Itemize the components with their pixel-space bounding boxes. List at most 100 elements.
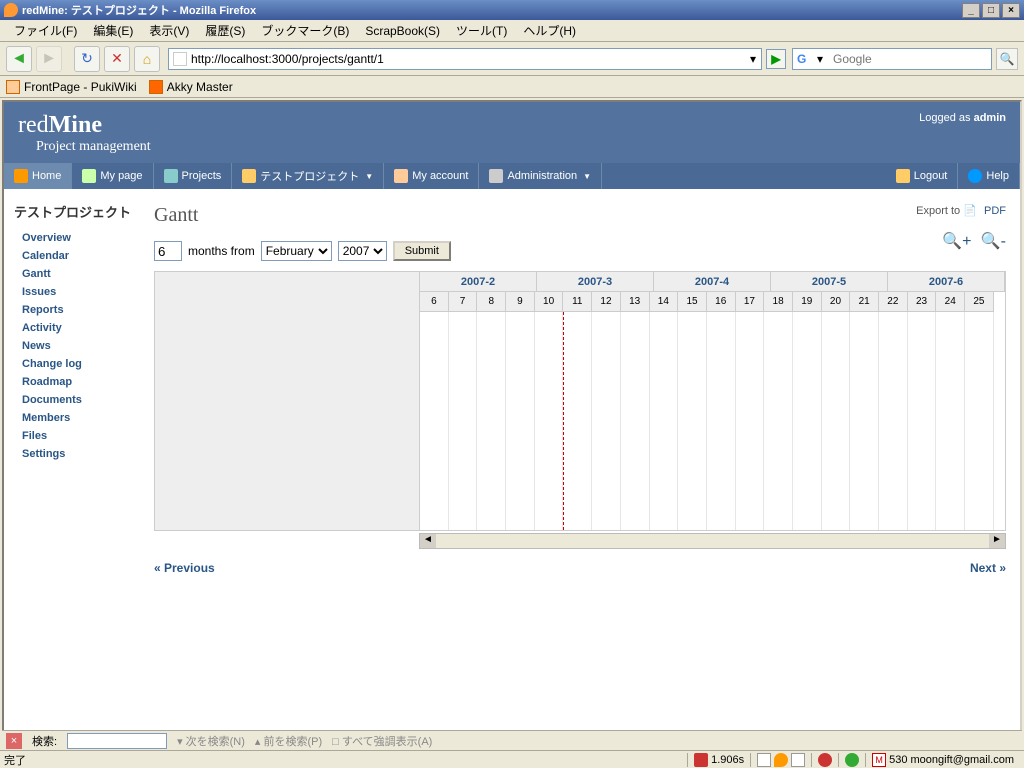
- gantt-hscroll[interactable]: ◄ ►: [154, 533, 1006, 549]
- gantt-column: [678, 312, 707, 530]
- nav-help[interactable]: Help: [958, 163, 1020, 189]
- status-icon[interactable]: [757, 753, 771, 767]
- status-noscript[interactable]: [811, 753, 838, 767]
- gantt-column: [535, 312, 564, 530]
- admin-icon: [489, 169, 503, 183]
- nav-logout[interactable]: Logout: [886, 163, 959, 189]
- menu-edit[interactable]: 編集(E): [85, 20, 141, 41]
- sidebar-item-news[interactable]: News: [14, 337, 140, 355]
- sidebar-item-activity[interactable]: Activity: [14, 319, 140, 337]
- menu-help[interactable]: ヘルプ(H): [515, 20, 584, 41]
- scroll-thumb[interactable]: [436, 534, 989, 548]
- menu-file[interactable]: ファイル(F): [6, 20, 85, 41]
- noscript-icon: [818, 753, 832, 767]
- nav-administration[interactable]: Administration▼: [479, 163, 602, 189]
- brand: redMine: [18, 112, 1006, 139]
- nav-mypage[interactable]: My page: [72, 163, 153, 189]
- month-header: 2007-3: [537, 272, 654, 292]
- url-input[interactable]: [191, 52, 745, 66]
- find-highlight-button[interactable]: □ すべて強調表示(A): [332, 733, 432, 749]
- sidebar-item-gantt[interactable]: Gantt: [14, 265, 140, 283]
- zoom-out-icon[interactable]: 🔍-: [981, 233, 1006, 250]
- find-next-button[interactable]: ▾ 次を検索(N): [177, 733, 245, 749]
- menu-history[interactable]: 履歴(S): [197, 20, 253, 41]
- findbar-input[interactable]: [67, 733, 167, 749]
- menu-bookmarks[interactable]: ブックマーク(B): [253, 20, 357, 41]
- export-label: Export to: [916, 205, 960, 217]
- week-header: 9: [506, 292, 535, 312]
- search-engine-dropdown[interactable]: ▾: [817, 52, 833, 66]
- url-dropdown[interactable]: ▾: [745, 52, 761, 66]
- sidebar-item-roadmap[interactable]: Roadmap: [14, 373, 140, 391]
- sidebar-item-reports[interactable]: Reports: [14, 301, 140, 319]
- forward-icon: ►: [41, 50, 57, 68]
- status-gmail[interactable]: M530 moongift@gmail.com: [865, 753, 1020, 767]
- status-icon[interactable]: [791, 753, 805, 767]
- up-icon: ▴: [255, 736, 264, 748]
- url-bar[interactable]: ▾: [168, 48, 762, 70]
- gantt-column: [793, 312, 822, 530]
- page-title: Gantt: [154, 204, 1006, 227]
- menu-scrapbook[interactable]: ScrapBook(S): [357, 22, 448, 40]
- mypage-icon: [82, 169, 96, 183]
- close-button[interactable]: ×: [1002, 3, 1020, 18]
- gantt-column: [420, 312, 449, 530]
- scroll-right-button[interactable]: ►: [989, 534, 1005, 548]
- sidebar-item-calendar[interactable]: Calendar: [14, 247, 140, 265]
- submit-button[interactable]: Submit: [393, 241, 451, 261]
- findbar-close-button[interactable]: ×: [6, 733, 22, 749]
- sidebar-item-issues[interactable]: Issues: [14, 283, 140, 301]
- scroll-left-button[interactable]: ◄: [420, 534, 436, 548]
- gantt-right-pane: 2007-22007-32007-42007-52007-6 678910111…: [420, 272, 1005, 530]
- minimize-button[interactable]: _: [962, 3, 980, 18]
- gantt-column: [506, 312, 535, 530]
- bookmark-label: FrontPage - PukiWiki: [24, 80, 137, 94]
- zoom-in-icon[interactable]: 🔍+: [942, 233, 971, 250]
- bookmark-akky[interactable]: Akky Master: [149, 80, 233, 94]
- gantt-filter-form: months from February 2007 Submit: [154, 241, 936, 261]
- week-header: 15: [678, 292, 707, 312]
- highlight-icon: □: [332, 736, 342, 748]
- week-header: 19: [793, 292, 822, 312]
- sidebar-item-change-log[interactable]: Change log: [14, 355, 140, 373]
- stop-button[interactable]: ✕: [104, 46, 130, 72]
- status-greasemonkey[interactable]: [838, 753, 865, 767]
- nav-testproject[interactable]: テストプロジェクト▼: [232, 163, 384, 189]
- nav-home[interactable]: Home: [4, 163, 72, 189]
- week-header: 8: [477, 292, 506, 312]
- google-icon: G: [797, 51, 813, 67]
- nav-myaccount[interactable]: My account: [384, 163, 479, 189]
- week-header: 20: [822, 292, 851, 312]
- find-prev-button[interactable]: ▴ 前を検索(P): [255, 733, 322, 749]
- chevron-down-icon: ▼: [583, 172, 591, 181]
- reload-button[interactable]: ↻: [74, 46, 100, 72]
- menu-tools[interactable]: ツール(T): [448, 20, 515, 41]
- months-input[interactable]: [154, 241, 182, 261]
- pdf-icon: 📄: [963, 205, 977, 217]
- forward-button[interactable]: ►: [36, 46, 62, 72]
- sidebar-item-settings[interactable]: Settings: [14, 445, 140, 463]
- nav-projects[interactable]: Projects: [154, 163, 233, 189]
- search-go-button[interactable]: 🔍: [996, 48, 1018, 70]
- search-bar[interactable]: G ▾: [792, 48, 992, 70]
- next-link[interactable]: Next »: [970, 561, 1006, 575]
- menu-view[interactable]: 表示(V): [141, 20, 197, 41]
- back-button[interactable]: ◄: [6, 46, 32, 72]
- prev-link[interactable]: « Previous: [154, 561, 215, 575]
- status-icons: [750, 753, 811, 767]
- help-icon: [968, 169, 982, 183]
- sidebar-item-overview[interactable]: Overview: [14, 229, 140, 247]
- search-input[interactable]: [833, 52, 991, 66]
- home-button[interactable]: ⌂: [134, 46, 160, 72]
- sidebar-item-files[interactable]: Files: [14, 427, 140, 445]
- firefox-status-icon[interactable]: [774, 753, 788, 767]
- year-select[interactable]: 2007: [338, 241, 387, 261]
- month-select[interactable]: February: [261, 241, 332, 261]
- export-pdf-link[interactable]: PDF: [984, 205, 1006, 217]
- sidebar-item-members[interactable]: Members: [14, 409, 140, 427]
- sidebar-item-documents[interactable]: Documents: [14, 391, 140, 409]
- maximize-button[interactable]: □: [982, 3, 1000, 18]
- bookmark-frontpage[interactable]: FrontPage - PukiWiki: [6, 80, 137, 94]
- months-label: months from: [188, 244, 255, 258]
- go-button[interactable]: ▶: [766, 49, 786, 69]
